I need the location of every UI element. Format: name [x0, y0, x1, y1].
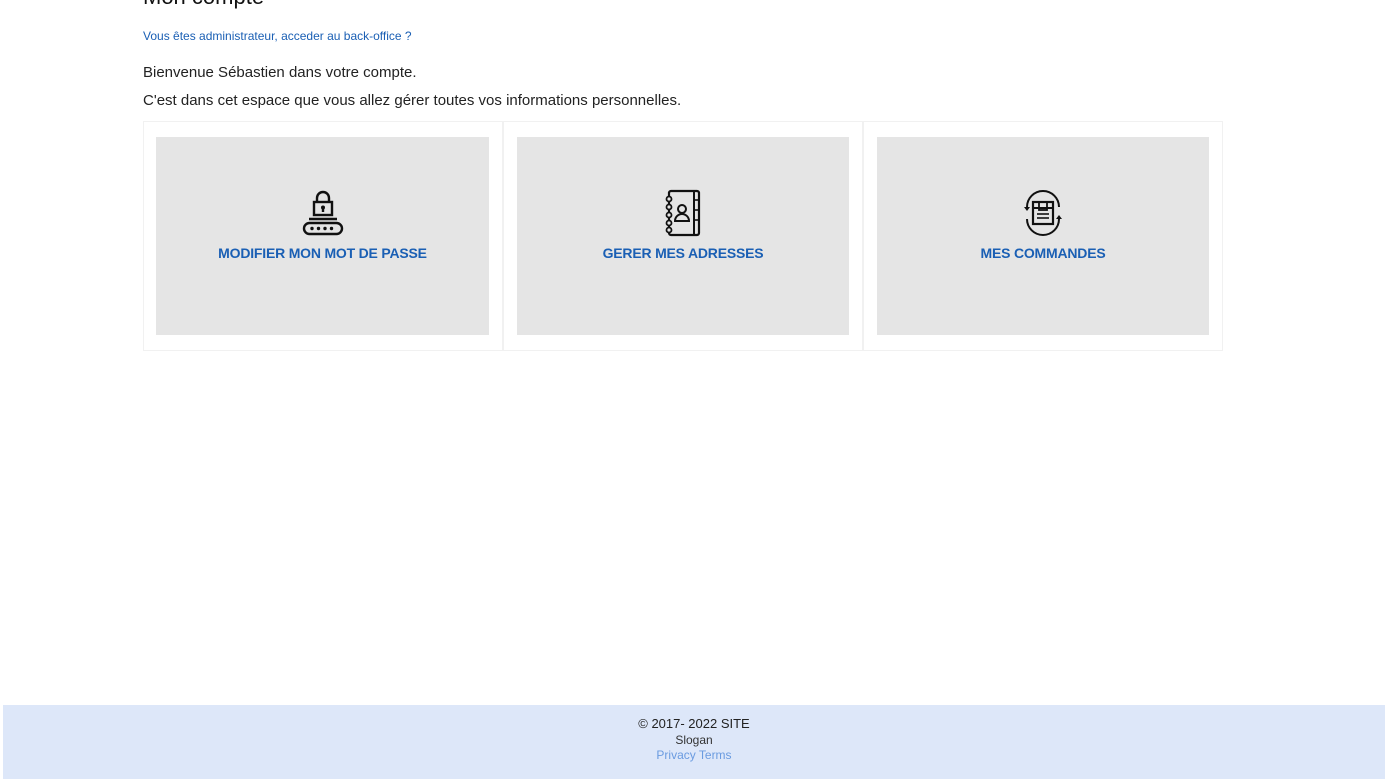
orders-box-icon	[1019, 188, 1067, 238]
intro-text: C'est dans cet espace que vous allez gér…	[143, 92, 682, 109]
card-wrapper: MODIFIER MON MOT DE PASSE	[143, 121, 503, 351]
card-wrapper: GERER MES ADRESSES	[503, 121, 863, 351]
page-title: Mon compte	[143, 0, 264, 10]
card-label: MODIFIER MON MOT DE PASSE	[218, 245, 427, 261]
terms-link[interactable]: Terms	[699, 748, 732, 762]
welcome-text: Bienvenue Sébastien dans votre compte.	[143, 64, 417, 81]
my-orders-card[interactable]: MES COMMANDES	[877, 137, 1209, 335]
footer-copyright: © 2017- 2022 SITE	[638, 716, 750, 731]
address-book-icon	[659, 188, 707, 238]
account-page: Mon compte Vous êtes administrateur, acc…	[0, 0, 1385, 779]
card-wrapper: MES COMMANDES	[863, 121, 1223, 351]
card-label: MES COMMANDES	[980, 245, 1106, 261]
change-password-card[interactable]: MODIFIER MON MOT DE PASSE	[156, 137, 489, 335]
footer-slogan: Slogan	[675, 733, 713, 747]
privacy-link[interactable]: Privacy	[656, 748, 695, 762]
lock-password-icon	[299, 188, 347, 238]
site-footer: © 2017- 2022 SITE Slogan Privacy Terms	[3, 705, 1385, 779]
account-cards: MODIFIER MON MOT DE PASSE GERER MES ADRE…	[143, 121, 1224, 351]
card-label: GERER MES ADRESSES	[602, 245, 764, 261]
back-office-link[interactable]: Vous êtes administrateur, acceder au bac…	[143, 29, 412, 43]
footer-links: Privacy Terms	[3, 748, 1385, 762]
manage-addresses-card[interactable]: GERER MES ADRESSES	[517, 137, 849, 335]
